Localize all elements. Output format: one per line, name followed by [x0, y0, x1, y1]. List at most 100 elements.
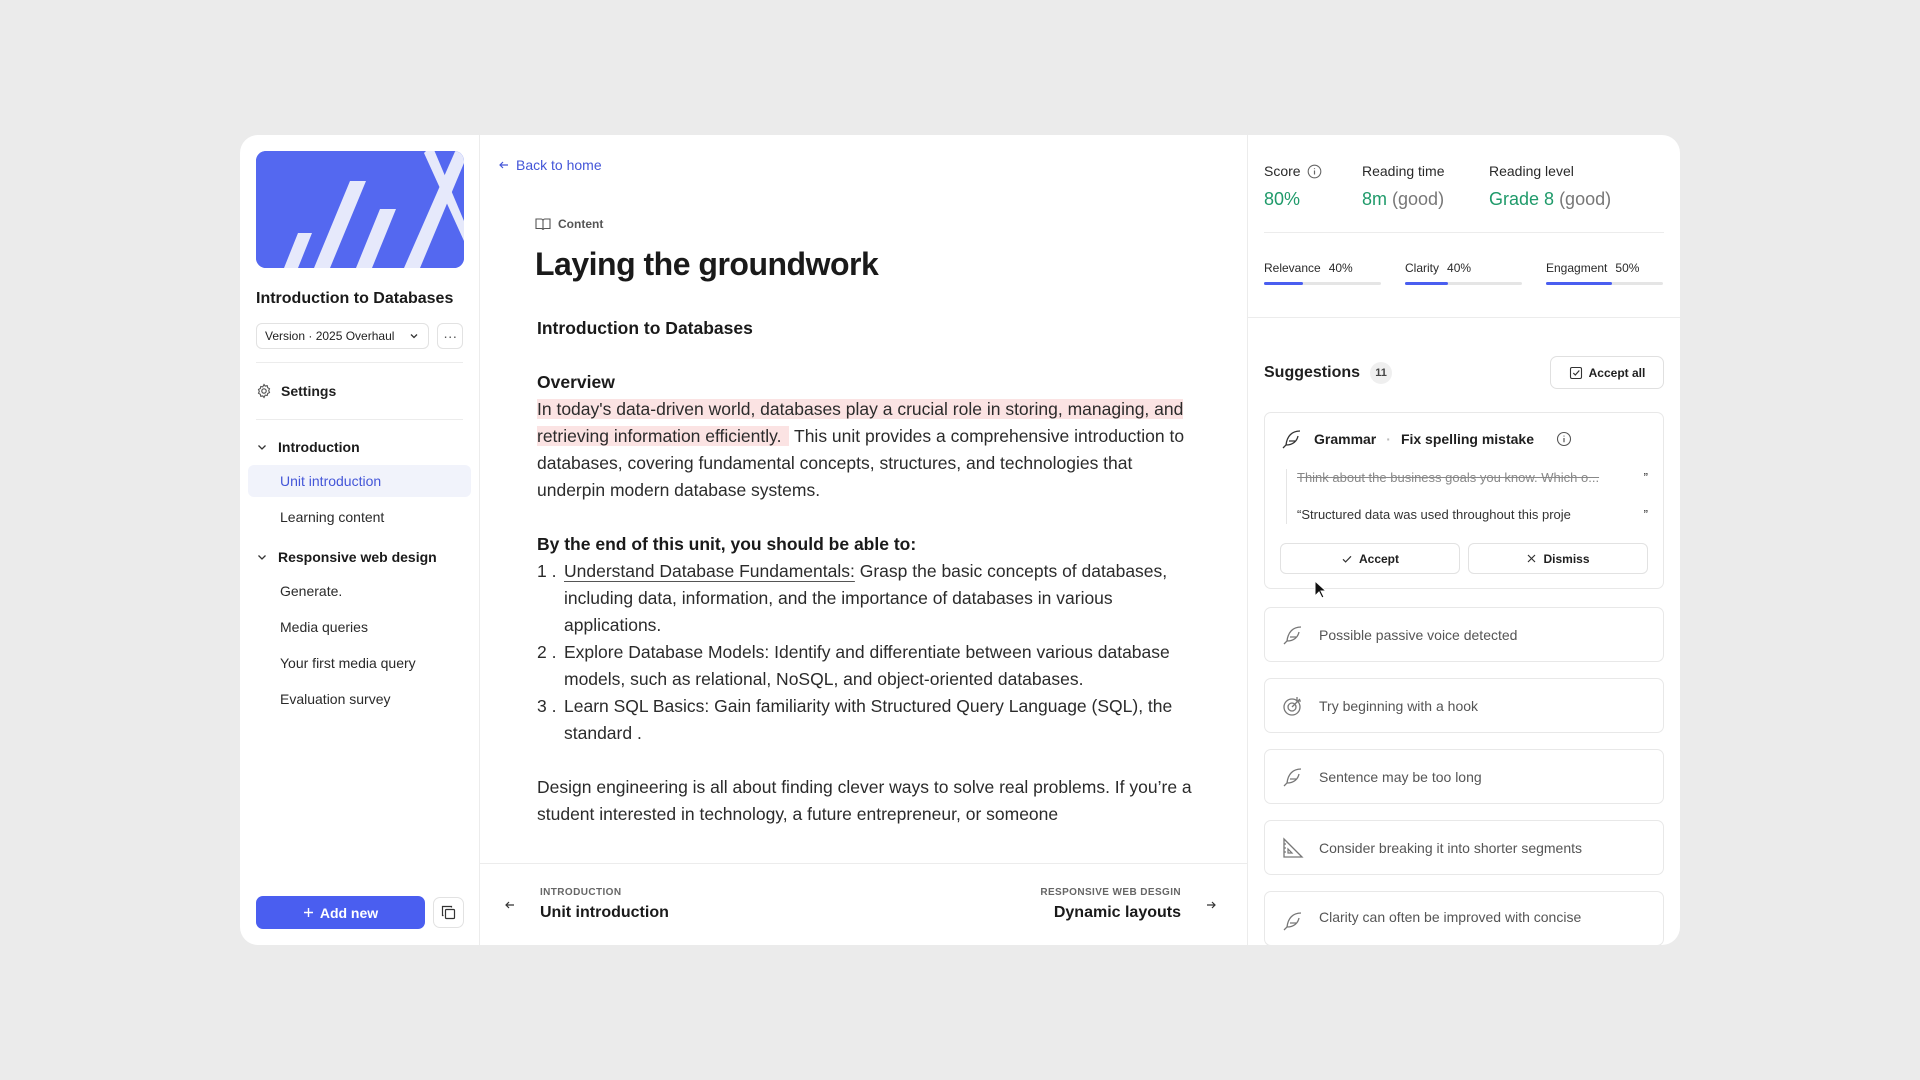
list-number: 1 . [537, 561, 557, 581]
content-tag-label: Content [558, 217, 604, 231]
version-select[interactable]: Version · 2025 Overhaul [256, 323, 430, 349]
feather-icon [1281, 623, 1305, 647]
app-window: Introduction to Databases Version · 2025… [240, 135, 1680, 945]
sidebar: Introduction to Databases Version · 2025… [240, 135, 480, 945]
info-icon[interactable] [1556, 431, 1572, 447]
previous-unit-title: Unit introduction [540, 904, 669, 921]
dismiss-button[interactable]: Dismiss [1468, 543, 1648, 574]
course-cover-image [256, 151, 464, 268]
accept-all-button[interactable]: Accept all [1550, 356, 1664, 389]
list-item: 3 . Learn SQL Basics: Gain familiarity wi… [537, 693, 1197, 747]
suggestion-card[interactable]: Sentence may be too long [1264, 749, 1664, 804]
metric-value: 40% [1328, 261, 1353, 275]
editor-main: Back to home Content Laying the groundwo… [480, 135, 1248, 945]
back-label: Back to home [516, 157, 602, 173]
document-body[interactable]: Introduction to Databases Overview In to… [537, 315, 1197, 828]
sidebar-item-learning-content[interactable]: Learning content [248, 501, 471, 533]
divider [1264, 232, 1664, 233]
metric-relevance: Relevance 40% [1264, 261, 1381, 285]
mouse-cursor-icon [1314, 579, 1328, 605]
back-to-home-link[interactable]: Back to home [498, 157, 602, 173]
section-introduction[interactable]: Introduction [256, 433, 463, 461]
section-responsive-web-design[interactable]: Responsive web design [256, 543, 463, 571]
chevron-down-icon [408, 330, 420, 342]
suggestion-label: Clarity can often be improved with conci… [1319, 909, 1582, 925]
suggestion-action: Fix spelling mistake [1400, 431, 1534, 447]
progress-fill [1264, 282, 1303, 285]
unit-pagination: INTRODUCTION Unit introduction RESPONSIV… [480, 863, 1247, 945]
suggestion-card[interactable]: Consider breaking it into shorter segmen… [1264, 820, 1664, 875]
metric-clarity: Clarity 40% [1405, 261, 1522, 285]
more-icon: ··· [443, 328, 458, 344]
accept-button[interactable]: Accept [1280, 543, 1460, 574]
list-number: 3 . [537, 696, 557, 716]
progress-track [1264, 282, 1381, 285]
next-unit-title: Dynamic layouts [1053, 904, 1181, 921]
list-item-text: Learn SQL Basics: Gain familiarity with … [564, 696, 1173, 743]
suggestion-label: Sentence may be too long [1319, 768, 1482, 785]
reading-time-stat: Reading time 8m (good) [1362, 163, 1489, 210]
previous-section-label: INTRODUCTION [540, 887, 622, 898]
overview-paragraph: In today's data-driven world, databases … [537, 396, 1197, 504]
course-title: Introduction to Databases [256, 290, 454, 307]
overview-heading: Overview [537, 372, 615, 392]
suggestion-diff: Think about the business goals you know.… [1286, 469, 1648, 524]
list-number: 2 . [537, 642, 557, 662]
suggestion-card-active[interactable]: Grammar · Fix spelling mistake Think abo… [1264, 412, 1664, 589]
feather-icon [1281, 765, 1305, 789]
suggestion-card[interactable]: Clarity can often be improved with conci… [1264, 891, 1664, 945]
reading-time-value: 8m [1362, 189, 1388, 209]
version-label: Version · 2025 Overhaul [265, 329, 395, 343]
add-new-button[interactable]: Add new [256, 896, 425, 929]
close-icon [1526, 553, 1537, 564]
arrow-right-icon [1205, 899, 1217, 911]
suggestion-card[interactable]: Try beginning with a hook [1264, 678, 1664, 733]
suggestion-label: Possible passive voice detected [1319, 626, 1518, 643]
settings-link[interactable]: Settings [256, 376, 463, 406]
gear-icon [256, 383, 272, 399]
section-title: Responsive web design [278, 549, 437, 565]
info-icon[interactable] [1307, 164, 1322, 179]
add-new-label: Add new [319, 904, 379, 921]
reading-level-value: Grade 8 [1489, 189, 1555, 209]
reading-time-note: (good) [1392, 189, 1445, 209]
suggestion-card[interactable]: Possible passive voice detected [1264, 607, 1664, 662]
arrow-left-icon [498, 159, 510, 171]
document-subheading: Introduction to Databases [537, 318, 753, 338]
sidebar-item-evaluation-survey[interactable]: Evaluation survey [248, 683, 471, 715]
progress-fill [1405, 282, 1449, 285]
settings-label: Settings [281, 383, 337, 399]
arrow-left-icon [504, 899, 516, 911]
sidebar-item-first-media-query[interactable]: Your first media query [248, 647, 471, 679]
suggestions-count-badge: 11 [1370, 361, 1393, 384]
plus-icon [303, 907, 314, 918]
underlined-term[interactable]: Understand Database Fundamentals: [564, 561, 855, 581]
objectives-heading: By the end of this unit, you should be a… [537, 534, 917, 554]
suggestions-panel: Score 80% Reading time 8m (good) Reading… [1248, 135, 1680, 945]
next-unit-link[interactable]: RESPONSIVE WEB DESGIN Dynamic layouts [1040, 887, 1217, 922]
metric-label: Clarity [1405, 261, 1440, 275]
replacement-text: “Structured data was used throughout thi… [1297, 507, 1571, 522]
copy-icon [441, 905, 456, 920]
sidebar-item-media-queries[interactable]: Media queries [248, 611, 471, 643]
sidebar-item-unit-introduction[interactable]: Unit introduction [248, 465, 471, 497]
more-options-button[interactable]: ··· [437, 323, 463, 349]
suggestion-label: Consider breaking it into shorter segmen… [1319, 839, 1583, 856]
closing-paragraph: Design engineering is all about finding … [537, 777, 1192, 824]
score-stat: Score 80% [1264, 163, 1362, 210]
suggestion-category: Grammar [1314, 431, 1377, 447]
check-icon [1341, 553, 1353, 565]
feather-icon [1280, 427, 1304, 451]
duplicate-button[interactable] [433, 897, 464, 928]
original-text: Think about the business goals you know.… [1297, 470, 1600, 485]
sidebar-item-generate[interactable]: Generate. [248, 575, 471, 607]
metric-bars: Relevance 40% Clarity 40% Engagment 50% [1264, 261, 1664, 285]
check-square-icon [1569, 366, 1583, 380]
metric-label: Engagment [1546, 261, 1608, 275]
chevron-down-icon [256, 441, 268, 453]
dismiss-label: Dismiss [1543, 551, 1590, 566]
previous-unit-link[interactable]: INTRODUCTION Unit introduction [504, 887, 669, 922]
reading-time-label: Reading time [1362, 163, 1445, 179]
list-item: 2 . Explore Database Models: Identify and… [537, 639, 1197, 693]
suggestion-label: Try beginning with a hook [1319, 697, 1479, 714]
